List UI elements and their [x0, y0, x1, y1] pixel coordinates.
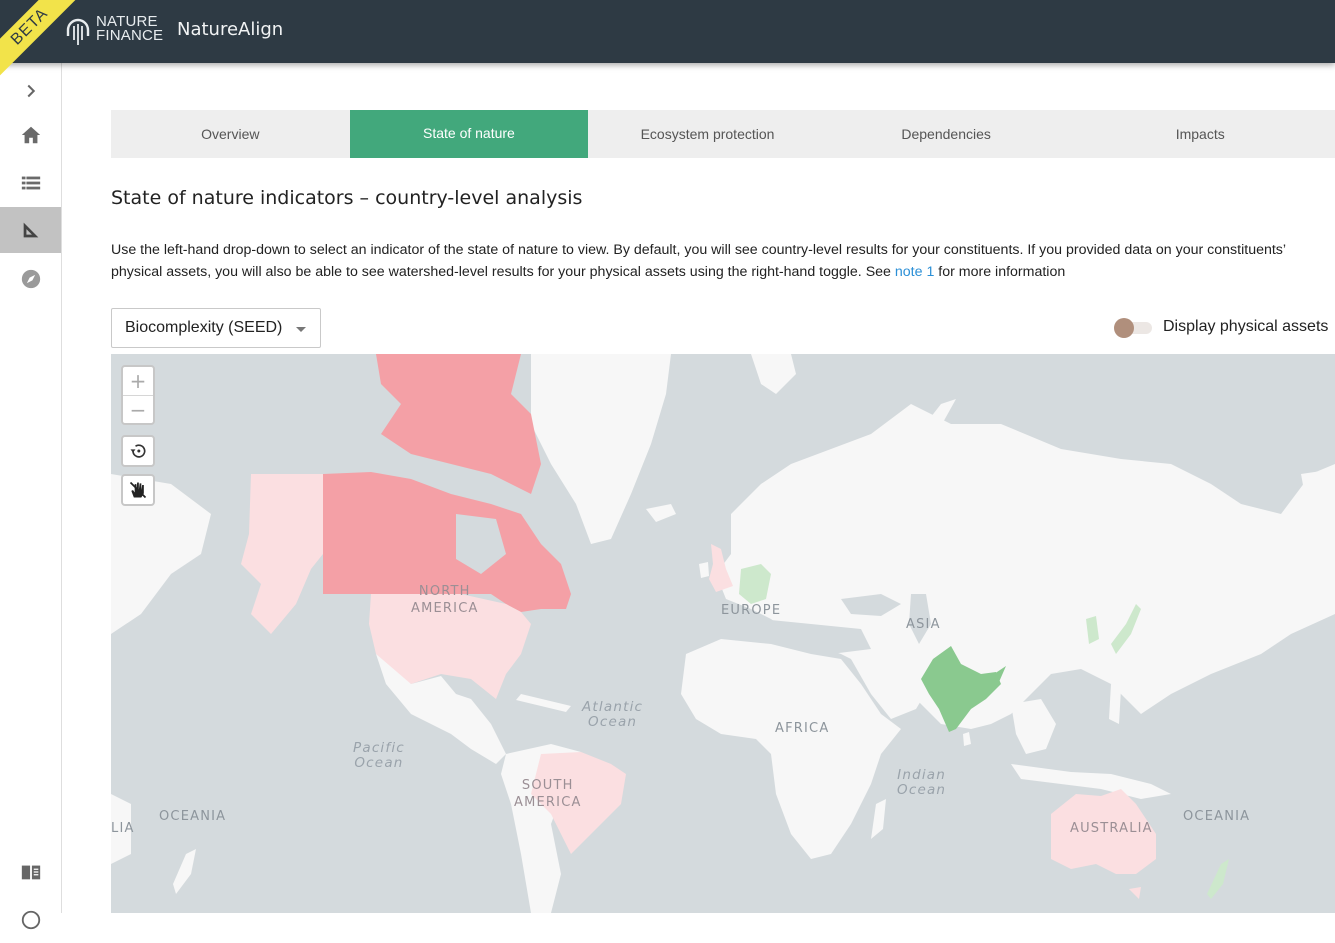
zoom-out-button[interactable]: − — [123, 395, 153, 423]
tab-impacts[interactable]: Impacts — [1065, 110, 1335, 158]
sri-lanka — [963, 732, 971, 746]
sidebar-item-help[interactable] — [0, 897, 61, 943]
label-line: NORTH — [418, 584, 471, 599]
zoom-in-button[interactable]: + — [123, 367, 153, 395]
southeast-asia — [1011, 699, 1056, 754]
label-north-america: NORTH AMERICA — [411, 583, 479, 617]
beta-ribbon: BETA — [0, 0, 90, 80]
svalbard — [751, 354, 796, 394]
logo-line-2: FINANCE — [96, 27, 164, 44]
page-title: State of nature indicators – country-lev… — [111, 187, 583, 209]
tab-state-of-nature[interactable]: State of nature — [349, 110, 589, 158]
toggle-thumb — [1114, 318, 1134, 338]
label-indian-ocean: Indian Ocean — [897, 768, 946, 798]
label-australia: AUSTRALIA — [1070, 821, 1153, 836]
new-zealand-left — [173, 849, 196, 894]
logo-text: NATURE FINANCE — [96, 14, 164, 44]
label-line: Pacific — [353, 740, 405, 756]
tab-dependencies[interactable]: Dependencies — [827, 110, 1066, 158]
sidebar-item-documentation[interactable] — [0, 849, 61, 895]
tab-ecosystem-protection[interactable]: Ecosystem protection — [588, 110, 827, 158]
greenland — [531, 354, 671, 544]
label-line: AMERICA — [514, 795, 582, 810]
sidebar-item-list[interactable] — [0, 160, 61, 206]
compass-icon — [21, 269, 40, 289]
label-line: Atlantic — [582, 699, 644, 715]
analysis-tabs: Overview State of nature Ecosystem prote… — [111, 110, 1335, 158]
label-line: Indian — [897, 767, 947, 783]
tasmania — [1129, 887, 1141, 899]
label-atlantic-ocean: Atlantic Ocean — [582, 700, 643, 730]
description-text-end: for more information — [934, 264, 1066, 280]
description-text: Use the left-hand drop-down to select an… — [111, 242, 1286, 280]
list-icon — [21, 176, 40, 190]
label-line: Ocean — [354, 755, 404, 771]
madagascar — [871, 799, 886, 839]
label-africa: AFRICA — [775, 721, 830, 736]
chevron-right-icon — [27, 84, 35, 98]
label-south-america: SOUTH AMERICA — [514, 777, 582, 811]
label-pacific-ocean: Pacific Ocean — [353, 741, 405, 771]
indicator-select[interactable]: Biocomplexity (SEED) — [111, 308, 321, 348]
iceland — [646, 504, 676, 522]
pan-mode-button-inner — [123, 476, 153, 504]
zoom-controls: + − — [121, 365, 155, 425]
label-oceania-left: OCEANIA — [159, 809, 227, 824]
canada-arctic-islands — [376, 354, 541, 494]
label-oceania-right: OCEANIA — [1183, 809, 1251, 824]
reset-view-button-inner — [123, 437, 153, 465]
world-map[interactable]: NORTH AMERICA SOUTH AMERICA EUROPE ASIA AF… — [111, 354, 1335, 913]
alaska — [241, 474, 323, 634]
label-line: Ocean — [897, 782, 947, 798]
reset-view-button[interactable] — [121, 435, 155, 467]
physical-assets-toggle[interactable] — [1114, 318, 1152, 338]
caret-down-icon — [296, 327, 306, 332]
app-name: NatureAlign — [177, 19, 284, 40]
reset-view-icon — [130, 444, 146, 458]
label-line: AMERICA — [411, 601, 479, 616]
hand-icon — [129, 481, 147, 499]
book-icon — [21, 865, 40, 880]
tab-overview[interactable]: Overview — [111, 110, 350, 158]
sidebar-item-home[interactable] — [0, 112, 61, 158]
top-bar: BETA NATURE FINANCE NatureAlign — [0, 0, 1335, 79]
pan-mode-button[interactable] — [121, 474, 155, 506]
label-asia: ASIA — [906, 617, 941, 632]
help-icon — [21, 910, 40, 930]
beta-badge: BETA — [0, 0, 82, 79]
sidebar — [0, 63, 62, 930]
cuba — [516, 694, 571, 712]
indonesia — [1011, 764, 1171, 799]
new-zealand — [1207, 859, 1229, 899]
label-line: Ocean — [588, 714, 638, 730]
label-line: SOUTH — [521, 778, 574, 793]
note-1-link[interactable]: note 1 — [895, 264, 934, 280]
ireland — [699, 562, 709, 578]
indicator-select-value: Biocomplexity (SEED) — [125, 319, 283, 336]
philippines — [1109, 684, 1121, 724]
label-australia-clipped: LIA — [111, 821, 135, 836]
sidebar-item-explore[interactable] — [0, 256, 61, 302]
home-icon — [21, 126, 40, 144]
description: Use the left-hand drop-down to select an… — [111, 239, 1331, 283]
set-square-icon — [23, 222, 38, 238]
sidebar-item-analysis[interactable] — [0, 207, 61, 253]
physical-assets-toggle-label: Display physical assets — [1163, 318, 1329, 335]
label-europe: EUROPE — [721, 603, 782, 618]
